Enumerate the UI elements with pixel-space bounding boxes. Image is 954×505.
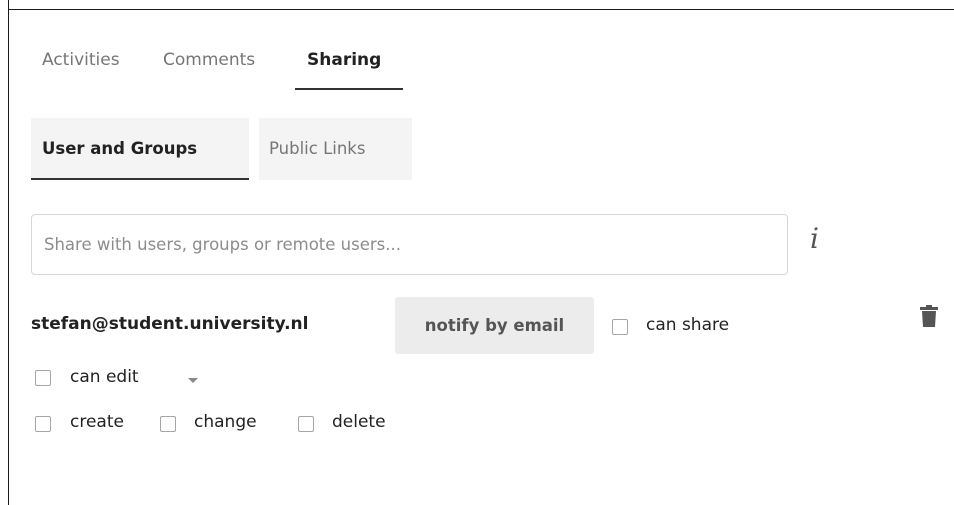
chevron-down-icon[interactable] — [188, 378, 198, 383]
subtab-public-links[interactable]: Public Links — [259, 118, 412, 180]
active-tab-indicator — [295, 88, 403, 90]
share-with-input[interactable] — [31, 214, 788, 275]
tab-sharing[interactable]: Sharing — [307, 46, 381, 74]
tab-activities[interactable]: Activities — [42, 46, 120, 74]
delete-label: delete — [332, 412, 386, 432]
change-checkbox[interactable] — [160, 416, 176, 432]
panel-top-border — [8, 9, 954, 10]
create-checkbox[interactable] — [35, 416, 51, 432]
permission-dropdown[interactable]: can edit — [70, 367, 139, 393]
create-label: create — [70, 412, 124, 432]
panel-left-border — [8, 0, 9, 505]
delete-checkbox[interactable] — [298, 416, 314, 432]
trash-icon[interactable] — [920, 305, 938, 327]
share-recipient-email: stefan@student.university.nl — [31, 314, 309, 334]
change-label: change — [194, 412, 257, 432]
info-icon[interactable]: i — [810, 222, 819, 255]
tab-comments[interactable]: Comments — [163, 46, 255, 74]
can-share-label: can share — [646, 315, 730, 335]
can-share-checkbox[interactable] — [612, 319, 628, 335]
notify-by-email-button[interactable]: notify by email — [395, 297, 594, 354]
can-edit-checkbox[interactable] — [35, 370, 51, 386]
subtab-user-and-groups[interactable]: User and Groups — [31, 118, 249, 180]
